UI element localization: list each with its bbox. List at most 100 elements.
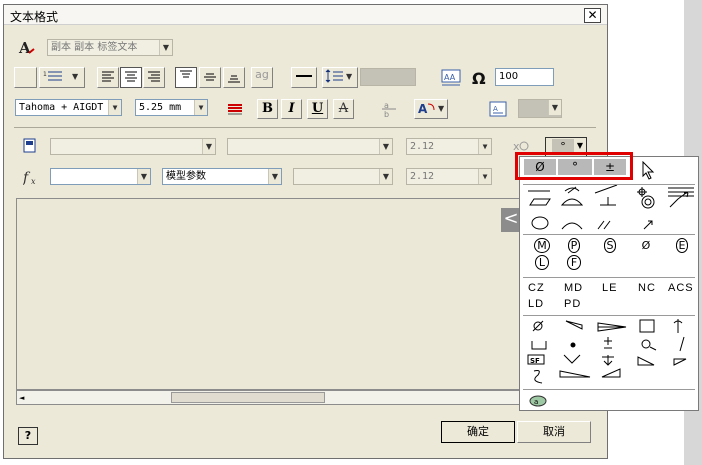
misc-symbols-grid[interactable]: SF — [520, 317, 700, 387]
chevron-down-icon: ▼ — [548, 100, 561, 115]
component-icon — [22, 138, 38, 157]
align-left-button[interactable] — [97, 67, 119, 88]
italic-button[interactable]: I — [281, 99, 302, 119]
char-spacing-icon[interactable]: AA — [440, 68, 462, 91]
symbol-library-icon[interactable]: a — [528, 392, 548, 411]
separator — [523, 389, 695, 390]
svg-text:Ω: Ω — [472, 69, 486, 88]
precision-select-1[interactable]: 2.12 ▼ — [406, 138, 492, 155]
source-select[interactable]: ▼ — [227, 138, 393, 155]
precision-value-1: 2.12 — [410, 141, 435, 152]
separator — [523, 277, 695, 278]
font-size-value: 5.25 mm — [139, 102, 182, 113]
symbol-plus-minus[interactable]: ± — [594, 159, 626, 175]
help-button[interactable]: ? — [18, 427, 38, 445]
svg-text:1: 1 — [43, 71, 47, 78]
font-select[interactable]: Tahoma + AIGDT ▼ — [15, 99, 122, 116]
code-pd[interactable]: PD — [564, 298, 581, 310]
svg-text:▼: ▼ — [72, 72, 79, 81]
parameter-select[interactable]: ▼ — [50, 168, 151, 185]
separator — [14, 127, 596, 128]
align-right-icon — [148, 71, 160, 82]
title-bar: 文本格式 ✕ — [4, 5, 607, 25]
text-style-select[interactable]: 副本 副本 标签文本 ▼ — [47, 39, 173, 56]
svg-text:x: x — [31, 177, 36, 186]
format-select[interactable]: ▼ — [293, 168, 393, 185]
code-acs[interactable]: ACS — [668, 282, 694, 294]
separator — [523, 315, 695, 316]
precision-value-2: 2.12 — [410, 171, 435, 182]
fit-text-label: ag — [255, 68, 269, 81]
align-center-button[interactable] — [120, 67, 142, 88]
code-md[interactable]: MD — [564, 282, 583, 294]
list-icon: 1 ▼ — [43, 71, 79, 81]
align-right-button[interactable] — [143, 67, 165, 88]
underline-button[interactable]: U — [307, 99, 328, 119]
list-button[interactable]: 1 ▼ — [39, 67, 85, 88]
fit-text-button[interactable]: ag — [251, 67, 273, 88]
code-cz[interactable]: CZ — [528, 282, 545, 294]
svg-text:A: A — [493, 105, 498, 113]
horizontal-scrollbar[interactable]: ◄ — [16, 390, 520, 405]
text-frame-icon[interactable]: A — [488, 100, 508, 121]
circled-m[interactable]: M — [530, 238, 554, 253]
line-spacing-line-button[interactable] — [291, 67, 317, 88]
width-scale-input[interactable]: 100 — [495, 68, 554, 86]
chevron-down-icon: ▼ — [108, 100, 121, 115]
line-spacing-icon: ▼ — [325, 69, 353, 83]
left-empty-button[interactable] — [14, 67, 37, 88]
separator — [523, 234, 695, 235]
code-ld[interactable]: LD — [528, 298, 544, 310]
strikethrough-button[interactable]: A — [333, 99, 354, 119]
width-scale-value: 100 — [499, 71, 519, 82]
stack-icon[interactable] — [225, 99, 245, 120]
line-spacing-button[interactable]: ▼ — [322, 67, 358, 88]
color-select[interactable]: ▼ — [518, 99, 562, 118]
symbol-degree[interactable]: ° — [558, 159, 592, 175]
ok-button[interactable]: 确定 — [441, 421, 515, 443]
valign-top-icon — [180, 70, 192, 78]
gdt-symbols-grid[interactable] — [520, 185, 700, 233]
scroll-thumb[interactable] — [171, 392, 325, 403]
parameter-type-select[interactable]: 模型参数 ▼ — [162, 168, 282, 185]
fraction-icon[interactable]: ab — [379, 100, 399, 121]
bold-button[interactable]: B — [257, 99, 278, 119]
circled-p[interactable]: P — [562, 238, 586, 253]
svg-text:f: f — [23, 170, 31, 186]
code-le[interactable]: LE — [602, 282, 617, 294]
component-select[interactable]: ▼ — [50, 138, 216, 155]
rotate-text-button[interactable]: A ▼ — [414, 99, 448, 119]
precision-select-2[interactable]: 2.12 ▼ — [406, 168, 492, 185]
circled-symbols[interactable]: M P S Ø E L F — [520, 237, 700, 277]
chevron-down-icon: ▼ — [159, 40, 172, 55]
collapse-arrow-button[interactable]: < — [501, 208, 521, 232]
align-center-icon — [125, 71, 137, 82]
symbol-diameter[interactable]: Ø — [524, 159, 556, 175]
mouse-cursor-icon — [642, 160, 656, 184]
valign-middle-button[interactable] — [199, 67, 221, 88]
font-size-select[interactable]: 5.25 mm ▼ — [135, 99, 208, 116]
code-nc[interactable]: NC — [638, 282, 656, 294]
scroll-left-arrow[interactable]: ◄ — [19, 393, 29, 403]
valign-bottom-button[interactable] — [223, 67, 245, 88]
font-select-value: Tahoma + AIGDT — [19, 102, 104, 113]
circled-diameter[interactable]: Ø — [634, 239, 658, 252]
valign-middle-icon — [204, 73, 216, 81]
cancel-button[interactable]: 取消 — [517, 421, 591, 443]
valign-bottom-icon — [228, 75, 240, 83]
horizontal-line-icon — [296, 75, 312, 77]
close-button[interactable]: ✕ — [584, 8, 601, 23]
chevron-down-icon: ▼ — [268, 169, 281, 184]
circled-l[interactable]: L — [530, 255, 554, 270]
valign-top-button[interactable] — [175, 67, 197, 88]
circled-s[interactable]: S — [598, 238, 622, 253]
circled-e[interactable]: E — [670, 238, 694, 253]
line-spacing-value — [360, 68, 416, 86]
circled-f[interactable]: F — [562, 255, 586, 270]
svg-text:AA: AA — [444, 73, 456, 82]
function-icon: fx — [22, 168, 45, 189]
text-editor-area[interactable] — [16, 198, 520, 390]
svg-text:b: b — [384, 110, 389, 118]
chevron-down-icon: ▼ — [194, 100, 207, 115]
svg-text:A: A — [18, 39, 31, 57]
